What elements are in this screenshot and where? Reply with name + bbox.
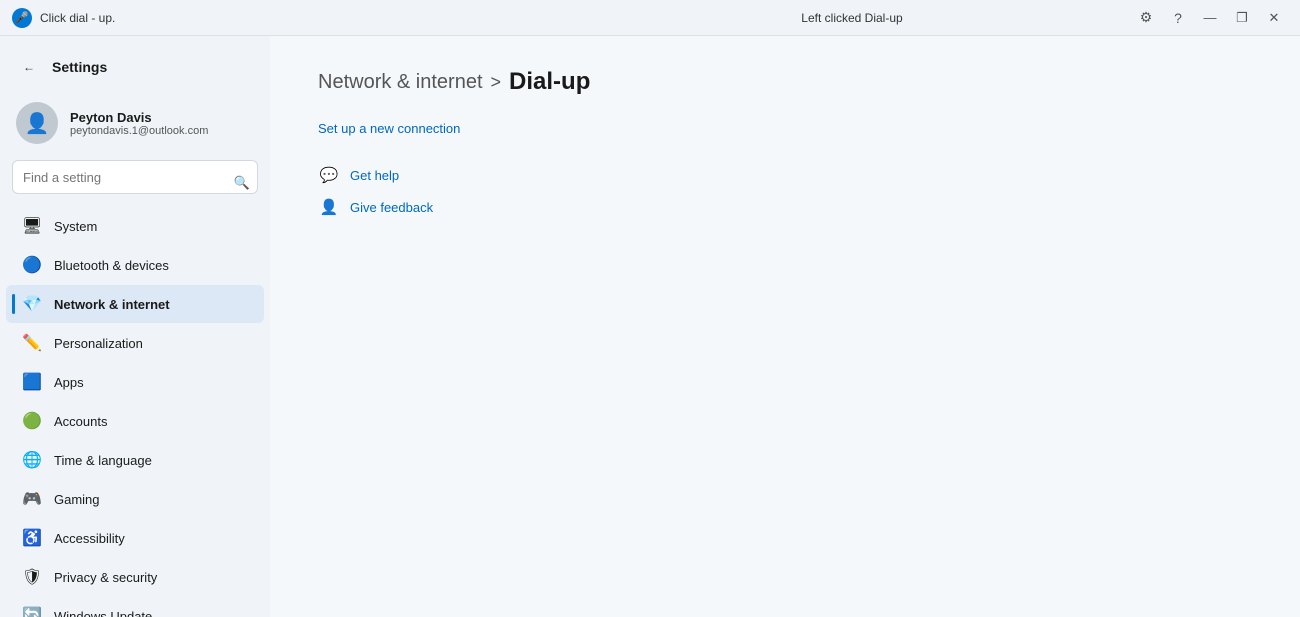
close-button[interactable]: ✕ bbox=[1260, 4, 1288, 32]
give-feedback-item[interactable]: 👤 Give feedback bbox=[318, 196, 1252, 218]
sidebar-header: ← Settings bbox=[0, 48, 270, 94]
sidebar-item-label-apps: Apps bbox=[54, 375, 84, 390]
sidebar-item-accessibility[interactable]: ♿ Accessibility bbox=[6, 519, 264, 557]
titlebar-controls: ⚙ ? — ❐ ✕ bbox=[1132, 4, 1288, 32]
user-info: Peyton Davis peytondavis.1@outlook.com bbox=[70, 110, 208, 137]
sidebar-item-label-time: Time & language bbox=[54, 453, 152, 468]
user-email: peytondavis.1@outlook.com bbox=[70, 125, 208, 137]
give-feedback-icon: 👤 bbox=[318, 196, 340, 218]
sidebar-item-label-personalization: Personalization bbox=[54, 336, 143, 351]
sidebar-item-privacy[interactable]: 🛡 Privacy & security bbox=[6, 558, 264, 596]
personalization-icon: ✏️ bbox=[22, 333, 42, 353]
titlebar-left: 🎤 Click dial - up. bbox=[12, 8, 572, 28]
breadcrumb: Network & internet > Dial-up bbox=[318, 68, 1252, 96]
get-help-label[interactable]: Get help bbox=[350, 168, 399, 183]
avatar: 👤 bbox=[16, 102, 58, 144]
accounts-icon: 🟢 bbox=[22, 411, 42, 431]
system-icon: 🖥 bbox=[22, 216, 42, 236]
give-feedback-label[interactable]: Give feedback bbox=[350, 200, 433, 215]
titlebar-left-title: Click dial - up. bbox=[40, 11, 115, 25]
get-help-icon: 💬 bbox=[318, 164, 340, 186]
sidebar-item-accounts[interactable]: 🟢 Accounts bbox=[6, 402, 264, 440]
bluetooth-icon: 🔵 bbox=[22, 255, 42, 275]
search-icon: 🔍 bbox=[234, 175, 250, 191]
app-icon: 🎤 bbox=[12, 8, 32, 28]
search-container: 🔍 bbox=[0, 160, 270, 206]
sidebar-item-label-privacy: Privacy & security bbox=[54, 570, 157, 585]
sidebar-item-personalization[interactable]: ✏️ Personalization bbox=[6, 324, 264, 362]
content-area: Network & internet > Dial-up Set up a ne… bbox=[270, 36, 1300, 617]
user-profile[interactable]: 👤 Peyton Davis peytondavis.1@outlook.com bbox=[0, 94, 270, 160]
settings-title: Settings bbox=[52, 59, 107, 75]
breadcrumb-separator: > bbox=[491, 72, 502, 93]
titlebar: 🎤 Click dial - up. Left clicked Dial-up … bbox=[0, 0, 1300, 36]
sidebar-item-network[interactable]: 💎 Network & internet bbox=[6, 285, 264, 323]
search-input[interactable] bbox=[12, 160, 258, 194]
gaming-icon: 🎮 bbox=[22, 489, 42, 509]
gear-icon[interactable]: ⚙ bbox=[1132, 4, 1160, 32]
nav-list: 🖥 System 🔵 Bluetooth & devices 💎 Network & in… bbox=[0, 206, 270, 617]
setup-link[interactable]: Set up a new connection bbox=[318, 121, 460, 136]
titlebar-center-title: Left clicked Dial-up bbox=[572, 11, 1132, 25]
sidebar-item-time[interactable]: 🌐 Time & language bbox=[6, 441, 264, 479]
breadcrumb-parent[interactable]: Network & internet bbox=[318, 71, 483, 94]
sidebar-item-apps[interactable]: 🟦 Apps bbox=[6, 363, 264, 401]
get-help-item[interactable]: 💬 Get help bbox=[318, 164, 1252, 186]
help-icon[interactable]: ? bbox=[1164, 4, 1192, 32]
accessibility-icon: ♿ bbox=[22, 528, 42, 548]
sidebar-item-label-gaming: Gaming bbox=[54, 492, 100, 507]
sidebar-item-label-update: Windows Update bbox=[54, 609, 152, 617]
sidebar-item-label-network: Network & internet bbox=[54, 297, 170, 312]
sidebar-item-label-accessibility: Accessibility bbox=[54, 531, 125, 546]
sidebar-item-label-accounts: Accounts bbox=[54, 414, 107, 429]
time-icon: 🌐 bbox=[22, 450, 42, 470]
breadcrumb-current: Dial-up bbox=[509, 68, 590, 96]
user-name: Peyton Davis bbox=[70, 110, 208, 125]
help-section: 💬 Get help 👤 Give feedback bbox=[318, 164, 1252, 218]
sidebar-item-label-system: System bbox=[54, 219, 97, 234]
sidebar-item-label-bluetooth: Bluetooth & devices bbox=[54, 258, 169, 273]
sidebar-item-system[interactable]: 🖥 System bbox=[6, 207, 264, 245]
network-icon: 💎 bbox=[22, 294, 42, 314]
restore-button[interactable]: ❐ bbox=[1228, 4, 1256, 32]
sidebar-item-bluetooth[interactable]: 🔵 Bluetooth & devices bbox=[6, 246, 264, 284]
update-icon: 🔄 bbox=[22, 606, 42, 617]
main-area: ← Settings 👤 Peyton Davis peytondavis.1@… bbox=[0, 36, 1300, 617]
apps-icon: 🟦 bbox=[22, 372, 42, 392]
sidebar-item-update[interactable]: 🔄 Windows Update bbox=[6, 597, 264, 617]
minimize-button[interactable]: — bbox=[1196, 4, 1224, 32]
sidebar-item-gaming[interactable]: 🎮 Gaming bbox=[6, 480, 264, 518]
privacy-icon: 🛡 bbox=[22, 567, 42, 587]
sidebar: ← Settings 👤 Peyton Davis peytondavis.1@… bbox=[0, 36, 270, 617]
back-button[interactable]: ← bbox=[16, 54, 42, 80]
